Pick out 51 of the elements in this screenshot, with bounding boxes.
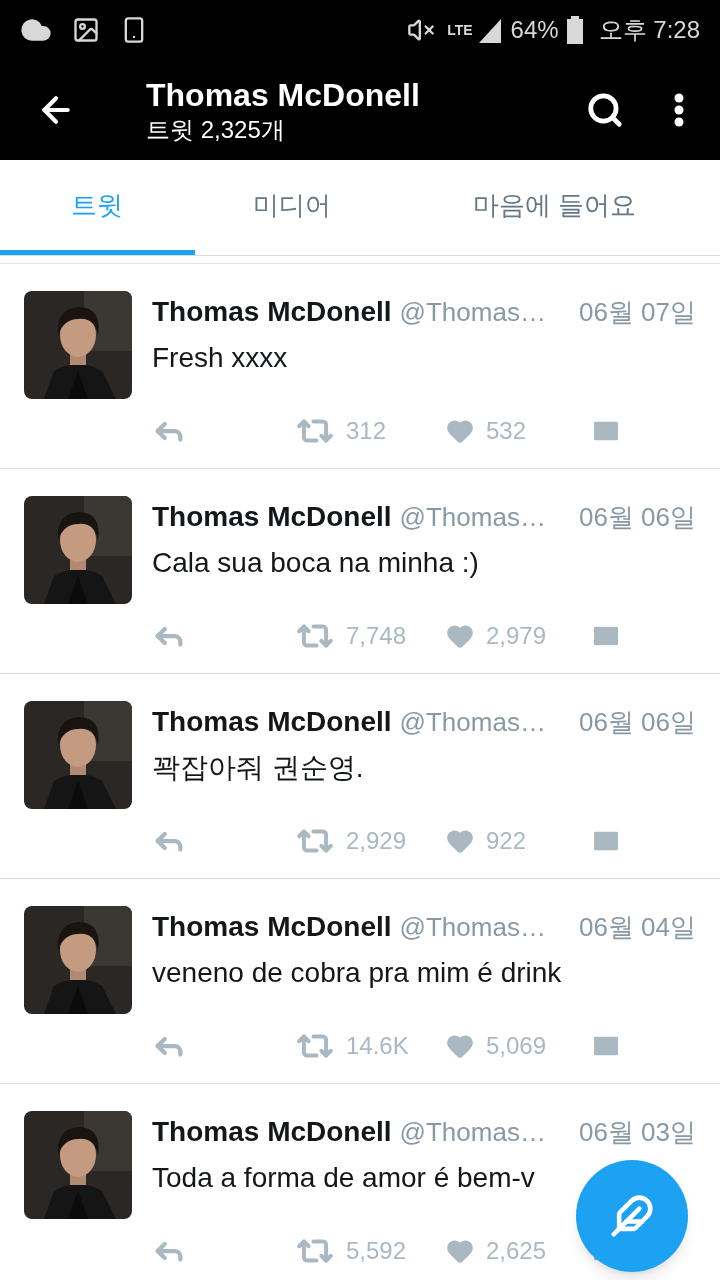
retweet-button[interactable]: 2,929 — [296, 822, 407, 860]
signal-icon — [476, 17, 503, 43]
search-button[interactable] — [586, 91, 624, 129]
clock: 오후 7:28 — [598, 15, 700, 45]
heart-icon — [446, 622, 474, 650]
tweet-text: Cala sua boca na minha :) — [152, 546, 480, 580]
author-handle: @Thomas… — [399, 706, 546, 739]
retweet-button[interactable]: 5,592 — [296, 1232, 407, 1270]
author-name: Thomas McDonell — [152, 500, 392, 534]
retweet-button[interactable]: 7,748 — [296, 617, 407, 655]
author-handle: @Thomas… — [399, 1116, 546, 1149]
author-handle: @Thomas… — [399, 296, 546, 329]
tweet-date: 06월 07일 — [578, 296, 696, 329]
battery-icon — [566, 16, 583, 44]
tweet-text: veneno de cobra pra mim é drink — [152, 956, 563, 990]
network-label: LTE — [447, 20, 473, 40]
tweet-date: 06월 04일 — [578, 911, 696, 944]
author-name: Thomas McDonell — [152, 910, 392, 944]
tab[interactable]: 마음에 들어요 — [389, 160, 720, 255]
tab[interactable]: 트윗 — [0, 160, 195, 255]
more-button[interactable] — [674, 93, 684, 127]
tweet-date: 06월 03일 — [578, 1116, 696, 1149]
tweet-text: 꽉잡아줘 권순영. — [152, 751, 365, 785]
battery-level: 64% — [510, 15, 559, 45]
like-button[interactable]: 2,979 — [446, 618, 547, 654]
tweet-date: 06월 06일 — [578, 706, 696, 739]
tweet-count: 트윗 2,325개 — [146, 115, 286, 145]
like-button[interactable]: 532 — [446, 413, 527, 449]
heart-icon — [446, 417, 474, 445]
heart-icon — [446, 827, 474, 855]
author-handle: @Thomas… — [399, 501, 546, 534]
profile-title: Thomas McDonell — [146, 76, 421, 115]
image-icon — [72, 16, 100, 44]
more-icon — [674, 93, 684, 127]
like-button[interactable]: 2,625 — [446, 1233, 547, 1269]
like-button[interactable]: 5,069 — [446, 1028, 547, 1064]
like-button[interactable]: 922 — [446, 823, 527, 859]
author-name: Thomas McDonell — [152, 705, 392, 739]
feather-icon — [610, 1194, 654, 1238]
tweet-text: Fresh xxxx — [152, 341, 289, 375]
tweet-text: Toda a forma de amor é bem-v — [152, 1161, 536, 1195]
retweet-button[interactable]: 312 — [296, 412, 387, 450]
author-name: Thomas McDonell — [152, 1115, 392, 1149]
author-handle: @Thomas… — [399, 911, 546, 944]
heart-icon — [446, 1032, 474, 1060]
author-name: Thomas McDonell — [152, 295, 392, 329]
tweet-date: 06월 06일 — [578, 501, 696, 534]
search-icon — [586, 91, 624, 129]
retweet-button[interactable]: 14.6K — [296, 1027, 409, 1065]
tab[interactable]: 미디어 — [194, 160, 390, 255]
heart-icon — [446, 1237, 474, 1265]
